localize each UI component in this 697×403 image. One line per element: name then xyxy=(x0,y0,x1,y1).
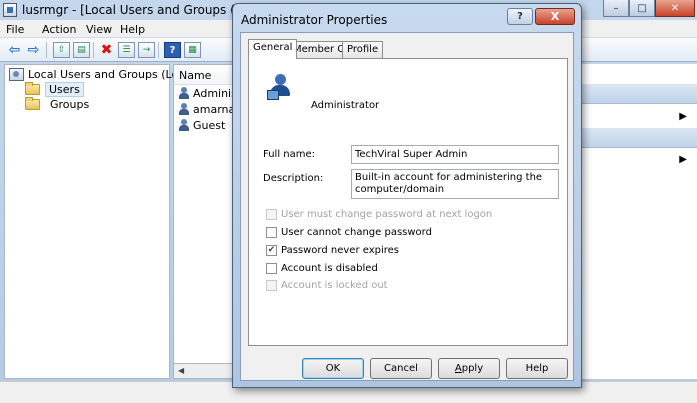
checkbox-box xyxy=(266,209,277,220)
checkbox-cannot-change-password[interactable]: User cannot change password xyxy=(266,227,432,238)
user-icon xyxy=(178,119,190,132)
checkbox-account-locked-out: Account is locked out xyxy=(266,280,388,291)
checkbox-box[interactable]: ✔ xyxy=(266,245,277,256)
maximize-button[interactable]: □ xyxy=(629,0,655,17)
tab-general[interactable]: General xyxy=(248,39,298,59)
expand-arrow-icon[interactable]: ▶ xyxy=(679,154,687,165)
tree-root[interactable]: Local Users and Groups (Local) xyxy=(9,68,198,81)
caption-buttons: – □ ✕ xyxy=(603,0,695,17)
checkbox-box[interactable] xyxy=(266,263,277,274)
menu-file[interactable]: File xyxy=(6,23,24,36)
export-list-icon[interactable]: → xyxy=(138,42,155,58)
checkbox-must-change-password: User must change password at next logon xyxy=(266,209,492,220)
column-header-label: Name xyxy=(179,69,212,82)
app-icon xyxy=(3,3,17,17)
checkbox-account-disabled[interactable]: Account is disabled xyxy=(266,263,378,274)
apply-label-rest: pply xyxy=(461,363,484,374)
delete-icon[interactable]: ✖ xyxy=(98,42,115,58)
menu-view[interactable]: View xyxy=(86,23,112,36)
toolbar-separator xyxy=(46,42,47,58)
ok-button[interactable]: OK xyxy=(302,358,364,379)
local-users-groups-icon xyxy=(9,68,24,81)
user-account-icon xyxy=(267,73,293,101)
tree-item-users[interactable]: Users xyxy=(25,82,84,97)
toolbar-separator xyxy=(93,42,94,58)
minimize-button[interactable]: – xyxy=(603,0,629,17)
scroll-left-icon[interactable]: ◀ xyxy=(178,366,184,375)
checkbox-label: Account is locked out xyxy=(281,280,388,291)
menu-help[interactable]: Help xyxy=(120,23,145,36)
menu-action[interactable]: Action xyxy=(42,23,76,36)
list-item-label: Guest xyxy=(193,119,226,132)
help-button[interactable]: Help xyxy=(506,358,568,379)
show-hide-action-pane-icon[interactable]: ▦ xyxy=(184,42,201,58)
tree-item-label: Users xyxy=(45,82,84,97)
tab-profile[interactable]: Profile xyxy=(342,41,384,58)
dialog-title: Administrator Properties xyxy=(241,13,388,27)
back-arrow-icon[interactable]: ⇦ xyxy=(6,42,23,58)
list-item[interactable]: Guest xyxy=(178,119,225,132)
dialog-client-area: General Member Of Profile Administrator … xyxy=(240,32,574,381)
divider xyxy=(263,130,555,131)
show-hide-tree-icon[interactable]: ▤ xyxy=(73,42,90,58)
properties-dialog: Administrator Properties ? X General Mem… xyxy=(232,3,582,388)
account-name: Administrator xyxy=(311,100,380,111)
user-icon xyxy=(178,87,190,100)
apply-mnemonic: A xyxy=(454,363,462,374)
checkbox-box xyxy=(266,280,277,291)
dialog-close-button[interactable]: X xyxy=(535,8,575,25)
up-folder-icon[interactable]: ⇧ xyxy=(53,42,70,58)
folder-icon xyxy=(25,82,40,95)
navigation-tree: Local Users and Groups (Local) Users Gro… xyxy=(4,64,198,379)
expand-arrow-icon[interactable]: ▶ xyxy=(679,111,687,122)
user-icon xyxy=(178,103,190,116)
general-tab-panel: Administrator Full name: Description: Bu… xyxy=(248,58,568,346)
checkbox-box[interactable] xyxy=(266,227,277,238)
apply-button[interactable]: Apply xyxy=(438,358,500,379)
description-input[interactable]: Built-in account for administering the c… xyxy=(351,169,559,199)
tree-item-label: Groups xyxy=(50,98,90,111)
cancel-button[interactable]: Cancel xyxy=(370,358,432,379)
full-name-label: Full name: xyxy=(263,149,316,160)
help-icon[interactable]: ? xyxy=(164,42,181,58)
close-window-button[interactable]: ✕ xyxy=(655,0,695,17)
checkbox-label: Account is disabled xyxy=(281,263,378,274)
description-label: Description: xyxy=(263,173,324,184)
checkbox-password-never-expires[interactable]: ✔ Password never expires xyxy=(266,245,399,256)
actions-section-header[interactable] xyxy=(571,84,697,104)
checkbox-label: User cannot change password xyxy=(281,227,432,238)
checkbox-label: User must change password at next logon xyxy=(281,209,493,220)
properties-icon[interactable]: ☰ xyxy=(118,42,135,58)
actions-pane: ▶ ▶ xyxy=(570,64,697,379)
checkbox-label: Password never expires xyxy=(281,245,400,256)
toolbar-separator xyxy=(158,42,159,58)
dialog-help-button[interactable]: ? xyxy=(507,8,533,25)
folder-icon xyxy=(25,97,40,110)
full-name-input[interactable] xyxy=(351,145,559,164)
actions-section-header[interactable] xyxy=(571,128,697,148)
tree-item-groups[interactable]: Groups xyxy=(25,97,94,112)
forward-arrow-icon[interactable]: ⇨ xyxy=(25,42,42,58)
